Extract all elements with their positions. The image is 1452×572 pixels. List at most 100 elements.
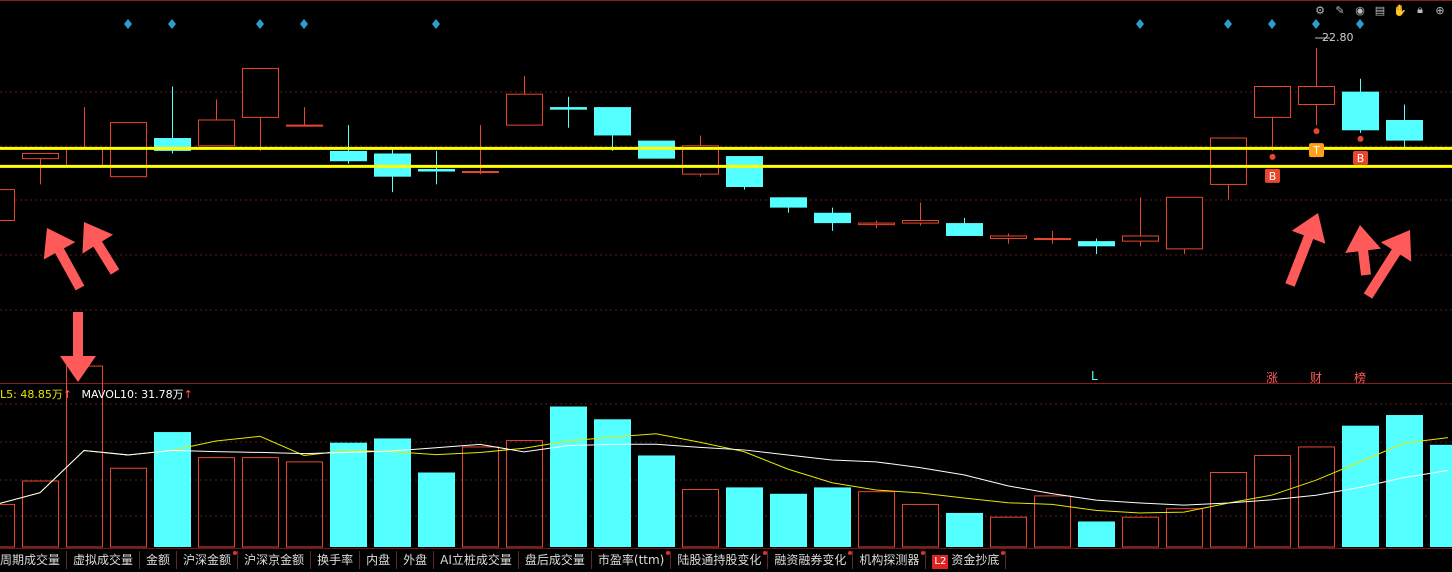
lock-icon[interactable]: 🔒︎ [1412,2,1428,18]
indicator-tab[interactable]: 虚拟成交量 [67,551,141,569]
chart-toolbar: ⚙ ✎ ◉ ▤ ✋ 🔒︎ ⊕ [1312,2,1448,18]
gear-icon[interactable]: ⚙ [1312,2,1328,18]
volume-bar [22,480,59,548]
annotation-arrow [82,222,120,275]
event-diamond-icon [124,19,132,29]
indicator-tab[interactable]: 机构探测器 [853,551,927,569]
indicator-tab-label: 内盘 [366,553,391,567]
volume-bar [726,487,763,547]
candle-body [1342,91,1379,131]
candle-body [990,235,1027,240]
mavol10-arrow: ↑ [183,388,193,401]
event-diamond-icon [1136,19,1144,29]
indicator-tab-label: 外盘 [403,553,428,567]
red-dot-icon [666,551,671,555]
candle-body [506,93,543,126]
red-dot-icon [921,551,926,555]
indicator-tab[interactable]: L2 资金抄底 [926,551,1007,569]
event-diamond-icon [1356,19,1364,29]
event-diamond-icon [168,19,176,29]
event-marker-l[interactable]: L [1091,369,1098,383]
candle-body [66,147,103,167]
event-marker-bang[interactable]: 榜 [1354,369,1366,386]
candle-body [858,222,895,226]
candle-body [0,189,15,222]
signal-dot [1269,153,1276,160]
volume-bar [462,446,499,548]
indicator-tab[interactable]: 沪深金额 [177,551,239,569]
candle-body [22,152,59,160]
volume-bar [682,489,719,548]
signal-badge-label: B [1269,170,1277,183]
candlestick-chart: B T B [0,0,1452,548]
volume-bar [198,457,235,548]
volume-bar [1430,444,1452,547]
candle-body [726,156,763,187]
indicator-tab-label: 金额 [146,553,171,567]
candle-body [1298,85,1335,106]
candle-body [330,150,367,162]
indicator-tab[interactable]: 陆股通持股变化 [671,551,769,569]
indicator-tab-label: 周期成交量 [0,553,61,567]
hand-icon[interactable]: ✋ [1392,2,1408,18]
mavol10-line [0,443,1449,506]
plus-icon[interactable]: ⊕ [1432,2,1448,18]
candle-body [814,212,851,224]
indicator-tab-label: 虚拟成交量 [73,553,134,567]
indicator-tab[interactable]: 内盘 [360,551,398,569]
mavol5-label: L5: 48.85万 [0,388,63,401]
mavol5-arrow: ↑ [62,388,73,401]
candle-body [1386,119,1423,141]
indicator-tab[interactable]: 融资融券变化 [768,551,854,569]
candle-body [1078,241,1115,247]
event-marker-cai[interactable]: 财 [1310,369,1322,386]
indicator-tab[interactable]: 换手率 [311,551,361,569]
print-icon[interactable]: ▤ [1372,2,1388,18]
indicator-tab[interactable]: 沪深京金额 [238,551,312,569]
candle-body [1122,235,1159,242]
volume-bar [1210,472,1247,548]
indicator-tab-bar: 周期成交量 虚拟成交量 金额 沪深金额 沪深京金额 换手率 内盘 外盘 AI立桩成交量 盘后成交量… [0,548,1452,571]
candle-body [286,124,323,127]
mavol5-line [0,433,1449,514]
event-diamond-icon [1268,19,1276,29]
annotation-arrow [1345,225,1381,276]
volume-bar [1386,415,1423,547]
candle-body [1210,137,1247,185]
volume-bar [1078,521,1115,547]
red-dot-icon [233,551,238,555]
pencil-icon[interactable]: ✎ [1332,2,1348,18]
indicator-tab-label: 沪深京金额 [244,553,305,567]
candle-body [242,67,279,118]
level2-badge: L2 [932,555,949,569]
indicator-tab-label: AI立桩成交量 [440,553,512,567]
volume-bar [770,493,807,547]
indicator-tab-label: 盘后成交量 [524,553,585,567]
indicator-tab[interactable]: 市盈率(ttm) [592,551,672,569]
volume-bar [814,487,851,547]
event-marker-zhang[interactable]: 涨 [1266,369,1278,386]
event-diamond-icon [1312,19,1320,29]
event-diamond-icon [256,19,264,29]
candle-body [198,119,235,147]
volume-bar [506,440,543,548]
indicator-tab[interactable]: 周期成交量 [0,551,68,569]
signal-dot [1357,135,1364,142]
candle-body [1166,196,1203,250]
event-diamond-icon [1224,19,1232,29]
red-dot-icon [763,551,768,555]
volume-bar [330,442,367,547]
candle-body [1254,85,1291,118]
eye-icon[interactable]: ◉ [1352,2,1368,18]
indicator-tab[interactable]: 外盘 [397,551,435,569]
annotation-arrow [1285,213,1326,287]
volume-bar [154,432,191,547]
high-price-label: 22.80 [1322,31,1354,44]
volume-bar [902,503,939,548]
indicator-tab[interactable]: 盘后成交量 [519,551,592,569]
volume-bar [990,516,1027,548]
volume-bar [242,457,279,548]
indicator-tab[interactable]: 金额 [140,551,178,569]
mavol10-label: MAVOL10: 31.78万 [81,388,184,401]
indicator-tab[interactable]: AI立桩成交量 [434,551,519,569]
